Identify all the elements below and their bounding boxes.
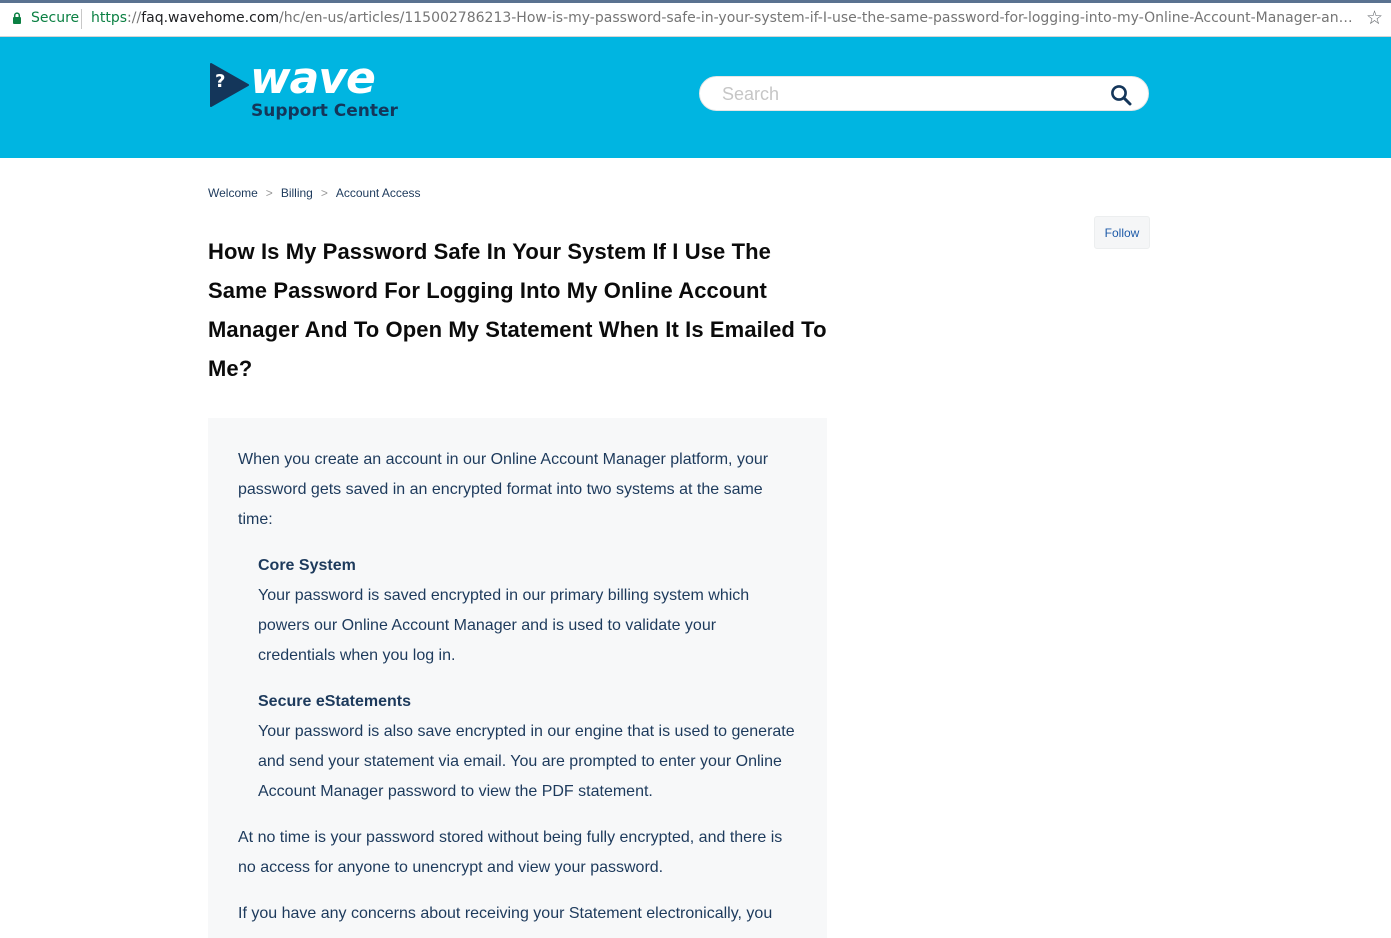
browser-address-bar: Secure https://faq.wavehome.com/hc/en-us… [0, 0, 1391, 37]
search-box [699, 76, 1149, 111]
site-header: ? wave Support Center [0, 37, 1391, 158]
article-intro: When you create an account in our Online… [238, 451, 769, 528]
url-host: faq.wavehome.com [141, 10, 280, 26]
lock-icon [13, 12, 21, 24]
logo-tagline: Support Center [251, 101, 398, 121]
breadcrumb-billing[interactable]: Billing [281, 186, 313, 200]
breadcrumb-welcome[interactable]: Welcome [208, 186, 258, 200]
breadcrumb: Welcome > Billing > Account Access [208, 186, 421, 200]
article-body: When you create an account in our Online… [208, 418, 827, 938]
star-icon[interactable]: ☆ [1366, 7, 1383, 29]
breadcrumb-separator: > [265, 186, 273, 200]
article-paragraph: If you have any concerns about receiving… [238, 905, 773, 922]
article-title: How Is My Password Safe In Your System I… [208, 239, 827, 381]
article-paragraph: At no time is your password stored witho… [238, 829, 783, 876]
article-section-secure-estatements: Secure eStatements Your password is also… [258, 687, 797, 807]
logo-wordmark: wave [250, 53, 376, 104]
section-heading: Secure eStatements [258, 693, 411, 710]
url-scheme: https [91, 10, 128, 26]
breadcrumb-separator: > [320, 186, 328, 200]
url-path: /hc/en-us/articles/115002786213-How-is-m… [279, 10, 1356, 26]
section-text: Your password is also save encrypted in … [258, 723, 795, 800]
section-heading: Core System [258, 557, 356, 574]
breadcrumb-account-access[interactable]: Account Access [336, 186, 421, 200]
address-divider [81, 9, 82, 29]
url-separator: :// [127, 10, 142, 26]
search-input[interactable] [720, 83, 1100, 105]
follow-button[interactable]: Follow [1094, 216, 1150, 249]
browser-tab-strip [0, 0, 1391, 3]
wave-logo[interactable]: ? wave Support Center [208, 53, 408, 125]
logo-question-mark: ? [215, 71, 226, 92]
section-text: Your password is saved encrypted in our … [258, 587, 750, 664]
article-section-core-system: Core System Your password is saved encry… [258, 551, 797, 671]
url-field[interactable]: https://faq.wavehome.com/hc/en-us/articl… [91, 10, 1356, 26]
secure-label: Secure [31, 10, 80, 26]
search-icon[interactable] [1110, 84, 1132, 106]
